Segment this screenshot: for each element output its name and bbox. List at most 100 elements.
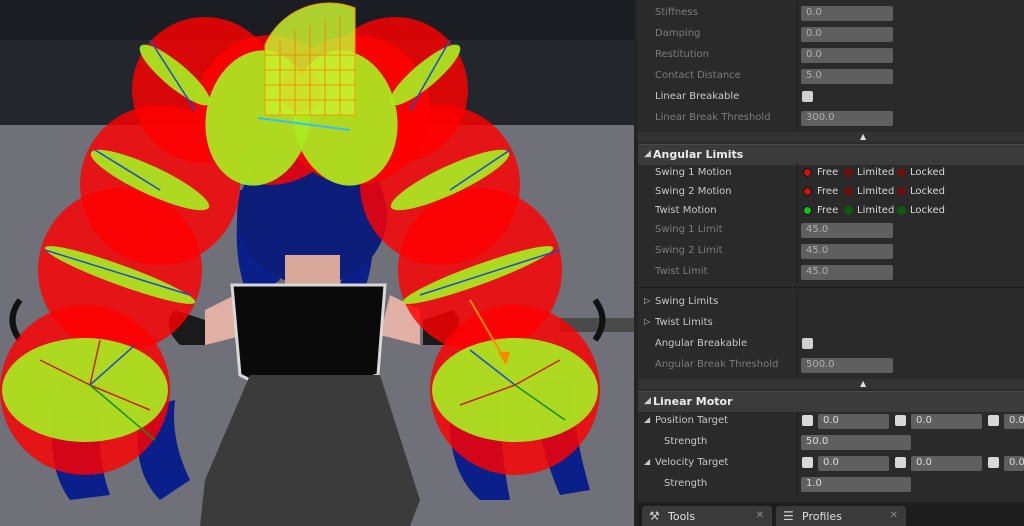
tab-profiles[interactable]: ☰ Profiles ✕ (776, 506, 906, 526)
chevron-down-icon[interactable]: ◢ (644, 457, 650, 466)
twist-limits-label: Twist Limits (655, 317, 713, 328)
position-strength-field[interactable]: 50.0 (801, 435, 911, 450)
angular-limits-collapse-bar[interactable]: ▲ (638, 379, 1024, 389)
twist-limits-group[interactable]: ▷ Twist Limits (638, 313, 1024, 334)
twist-locked-radio[interactable] (897, 206, 906, 215)
swing1-motion-label: Swing 1 Motion (655, 167, 732, 178)
wrench-icon: ⚒ (649, 509, 660, 523)
velocity-strength-field[interactable]: 1.0 (801, 477, 911, 492)
close-icon[interactable]: ✕ (756, 510, 764, 521)
velocity-target-z-checkbox[interactable] (988, 457, 999, 468)
velocity-target-y-checkbox[interactable] (895, 457, 906, 468)
velocity-target-x-field[interactable]: 0.0 (818, 456, 889, 471)
restitution-field[interactable]: 0.0 (801, 48, 893, 63)
details-panel: Stiffness 0.0 Damping 0.0 Restitution 0.… (638, 0, 1024, 503)
collapse-up-icon: ▲ (860, 132, 867, 141)
contact-distance-field[interactable]: 5.0 (801, 69, 893, 84)
linear-motor-header[interactable]: ◢ Linear Motor (638, 391, 1024, 412)
swing1-locked-radio[interactable] (897, 168, 906, 177)
angular-break-threshold-label: Angular Break Threshold (655, 359, 779, 370)
swing1-limit-label: Swing 1 Limit (655, 224, 723, 235)
angular-limits-header[interactable]: ◢ Angular Limits (638, 144, 1024, 165)
angular-limits-title: Angular Limits (653, 148, 744, 161)
close-icon[interactable]: ✕ (890, 510, 898, 521)
chevron-down-icon: ◢ (644, 149, 651, 159)
tab-tools[interactable]: ⚒ Tools ✕ (642, 506, 772, 526)
angular-break-threshold-field[interactable]: 500.0 (801, 358, 893, 373)
linear-break-threshold-field[interactable]: 300.0 (801, 111, 893, 126)
stiffness-row: Stiffness 0.0 (638, 3, 1024, 24)
swing2-limited-label: Limited (857, 186, 895, 197)
position-strength-label: Strength (664, 436, 708, 447)
twist-locked-label: Locked (910, 205, 945, 216)
twist-limit-label: Twist Limit (655, 266, 708, 277)
velocity-target-y-field[interactable]: 0.0 (911, 456, 982, 471)
tab-profiles-label: Profiles (802, 510, 842, 523)
position-target-x-checkbox[interactable] (802, 415, 813, 426)
twist-motion-label: Twist Motion (655, 205, 717, 216)
swing2-free-label: Free (817, 186, 839, 197)
velocity-strength-label: Strength (664, 478, 708, 489)
twist-limited-radio[interactable] (844, 206, 853, 215)
linear-break-threshold-label: Linear Break Threshold (655, 112, 771, 123)
viewport-scene[interactable] (0, 0, 634, 526)
linear-breakable-row: Linear Breakable (638, 87, 1024, 108)
velocity-target-x-checkbox[interactable] (802, 457, 813, 468)
swing2-locked-label: Locked (910, 186, 945, 197)
damping-field[interactable]: 0.0 (801, 27, 893, 42)
contact-distance-row: Contact Distance 5.0 (638, 66, 1024, 87)
bottom-tab-bar: ⚒ Tools ✕ ☰ Profiles ✕ (638, 503, 1024, 526)
angular-breakable-label: Angular Breakable (655, 338, 748, 349)
swing1-free-radio[interactable] (803, 168, 812, 177)
physics-viewport[interactable] (0, 0, 634, 526)
twist-limited-label: Limited (857, 205, 895, 216)
position-strength-row: Strength 50.0 (638, 432, 1024, 453)
chevron-down-icon: ◢ (644, 396, 651, 406)
swing1-limit-field[interactable]: 45.0 (801, 223, 893, 238)
profile-icon: ☰ (783, 509, 794, 523)
position-target-z-checkbox[interactable] (988, 415, 999, 426)
swing2-free-radio[interactable] (803, 187, 812, 196)
chevron-down-icon[interactable]: ◢ (644, 415, 650, 424)
linear-limits-collapse-bar[interactable]: ▲ (638, 132, 1024, 142)
restitution-row: Restitution 0.0 (638, 45, 1024, 66)
swing1-free-label: Free (817, 167, 839, 178)
velocity-target-label: Velocity Target (655, 457, 729, 468)
restitution-label: Restitution (655, 49, 709, 60)
position-target-x-field[interactable]: 0.0 (818, 414, 889, 429)
swing1-limit-row: Swing 1 Limit 45.0 (638, 220, 1024, 241)
contact-distance-label: Contact Distance (655, 70, 741, 81)
swing2-limit-row: Swing 2 Limit 45.0 (638, 241, 1024, 262)
chevron-right-icon: ▷ (644, 317, 651, 326)
twist-free-label: Free (817, 205, 839, 216)
position-target-y-checkbox[interactable] (895, 415, 906, 426)
damping-row: Damping 0.0 (638, 24, 1024, 45)
swing1-motion-row: Swing 1 Motion Free Limited Locked (638, 163, 1024, 184)
swing2-motion-label: Swing 2 Motion (655, 186, 732, 197)
collapse-up-icon: ▲ (860, 379, 867, 388)
twist-free-radio[interactable] (803, 206, 812, 215)
stiffness-label: Stiffness (655, 7, 698, 18)
position-target-label: Position Target (655, 415, 729, 426)
twist-limit-row: Twist Limit 45.0 (638, 262, 1024, 283)
velocity-target-z-field[interactable]: 0.0 (1004, 456, 1024, 471)
linear-breakable-checkbox[interactable] (802, 91, 813, 102)
stiffness-field[interactable]: 0.0 (801, 6, 893, 21)
twist-limit-field[interactable]: 45.0 (801, 265, 893, 280)
swing1-limited-label: Limited (857, 167, 895, 178)
linear-breakable-label: Linear Breakable (655, 91, 740, 102)
swing2-locked-radio[interactable] (897, 187, 906, 196)
damping-label: Damping (655, 28, 701, 39)
twist-motion-row: Twist Motion Free Limited Locked (638, 201, 1024, 222)
swing1-limited-radio[interactable] (844, 168, 853, 177)
chevron-right-icon: ▷ (644, 296, 651, 305)
position-target-z-field[interactable]: 0.0 (1004, 414, 1024, 429)
swing2-limit-field[interactable]: 45.0 (801, 244, 893, 259)
swing-limits-group[interactable]: ▷ Swing Limits (638, 292, 1024, 313)
swing2-limited-radio[interactable] (844, 187, 853, 196)
angular-breakable-checkbox[interactable] (802, 338, 813, 349)
position-target-y-field[interactable]: 0.0 (911, 414, 982, 429)
swing2-motion-row: Swing 2 Motion Free Limited Locked (638, 182, 1024, 203)
velocity-target-row: ◢ Velocity Target 0.0 0.0 0.0 (638, 453, 1024, 474)
linear-break-threshold-row: Linear Break Threshold 300.0 (638, 108, 1024, 129)
